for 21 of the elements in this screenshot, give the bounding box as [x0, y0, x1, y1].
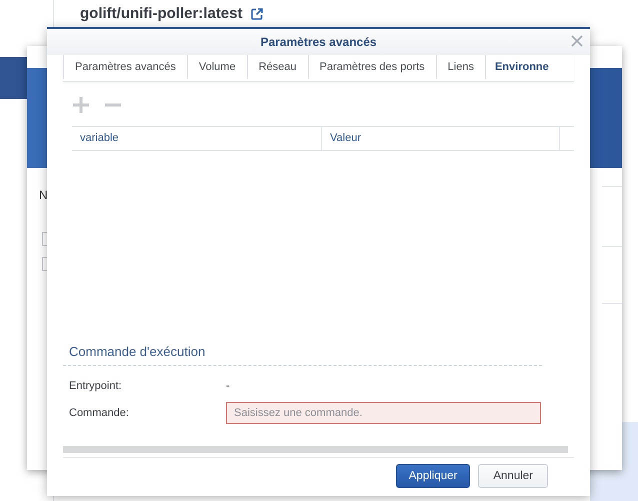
tab[interactable]: Réseau [246, 55, 308, 79]
background-panel [0, 57, 28, 99]
image-title: golift/unifi-poller:latest [80, 5, 242, 22]
column-header[interactable]: Valeur [322, 127, 560, 150]
field-label: Commande: [69, 407, 130, 419]
tab[interactable]: Volume [186, 55, 247, 79]
field-label: Entrypoint: [69, 380, 123, 392]
tab[interactable]: Paramètres des ports [308, 55, 436, 79]
field-value: - [226, 380, 231, 392]
apply-button[interactable]: Appliquer [396, 464, 470, 488]
close-icon[interactable] [570, 34, 584, 48]
dialog-title: Paramètres avancés [260, 35, 377, 49]
tab[interactable]: Liens [436, 55, 485, 79]
tab[interactable]: Environne [484, 55, 549, 79]
command-field[interactable]: Saisissez une commande. [226, 402, 541, 424]
cancel-button[interactable]: Annuler [478, 464, 548, 488]
tab[interactable]: Paramètres avancés [63, 55, 187, 79]
field-label: N [39, 188, 48, 202]
column-header[interactable]: variable [72, 127, 322, 150]
section-title: Commande d'exécution [69, 344, 206, 359]
external-link-icon[interactable] [250, 8, 262, 20]
